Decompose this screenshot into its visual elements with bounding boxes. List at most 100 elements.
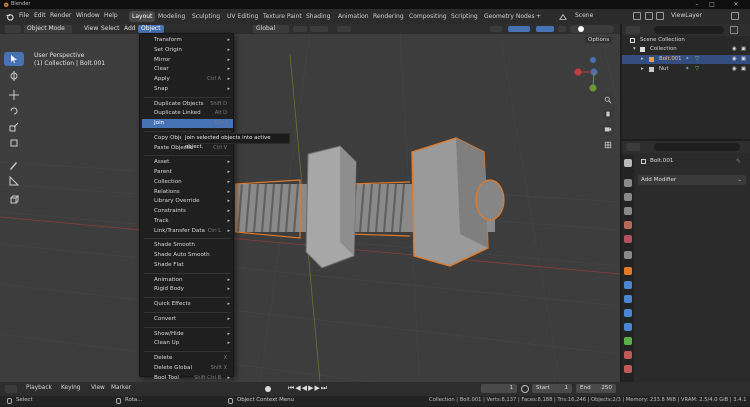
- menu-item-quick-effects[interactable]: Quick Effects ▸: [142, 300, 233, 309]
- menu-item-transform[interactable]: Transform ▸: [142, 36, 233, 45]
- menu-item-show-hide[interactable]: Show/Hide ▸: [142, 330, 233, 339]
- menu-item-clean-up[interactable]: Clean Up ▸: [142, 339, 233, 348]
- tool-tab-icon[interactable]: [624, 159, 632, 167]
- rotate-tool[interactable]: [4, 104, 24, 118]
- record-icon[interactable]: [265, 386, 271, 392]
- output-tab-icon[interactable]: [624, 193, 632, 201]
- menu-item-set-origin[interactable]: Set Origin ▸: [142, 46, 233, 55]
- expand-arrow-icon[interactable]: ▾: [633, 45, 636, 54]
- menu-item-duplicate-objects[interactable]: Duplicate Objects Shift D: [142, 100, 233, 109]
- tab-scripting[interactable]: Scripting: [448, 11, 481, 22]
- menu-item-convert[interactable]: Convert ▸: [142, 315, 233, 324]
- tree-item-nut[interactable]: ▸ Nut ✦ ▽ ◉ ▣: [622, 65, 750, 74]
- menu-select[interactable]: Select: [98, 25, 123, 33]
- properties-editor-type-icon[interactable]: [626, 143, 640, 151]
- visibility-icon[interactable]: [490, 26, 502, 32]
- pivot-point-icon[interactable]: [293, 26, 307, 32]
- overlay-toggle-icon[interactable]: [536, 26, 554, 32]
- menu-item-animation[interactable]: Animation ▸: [142, 276, 233, 285]
- timeline-editor-type-icon[interactable]: [5, 385, 17, 393]
- tab-sculpting[interactable]: Sculpting: [189, 11, 223, 22]
- add-cube-tool[interactable]: [4, 193, 24, 207]
- eye-icon[interactable]: ◉: [732, 65, 737, 74]
- scale-tool[interactable]: [4, 120, 24, 134]
- menu-item-delete[interactable]: Delete X: [142, 354, 233, 363]
- tab-shading[interactable]: Shading: [303, 11, 333, 22]
- menu-item-library-override[interactable]: Library Override ▸: [142, 197, 233, 206]
- menu-edit[interactable]: Edit: [34, 12, 46, 19]
- transform-orientation-dropdown[interactable]: Global: [253, 25, 289, 33]
- menu-item-rigid-body[interactable]: Rigid Body ▸: [142, 285, 233, 294]
- material-tab-icon[interactable]: [624, 351, 632, 359]
- menu-item-snap[interactable]: Snap ▸: [142, 85, 233, 94]
- tree-item-bolt[interactable]: ▸ Bolt.001 ✦ ▽ ◉ ▣: [622, 55, 750, 64]
- move-tool[interactable]: [4, 88, 24, 102]
- texture-tab-icon[interactable]: [624, 365, 632, 373]
- physics-tab-icon[interactable]: [624, 309, 632, 317]
- mode-dropdown[interactable]: Object Mode: [24, 25, 72, 33]
- constraints-tab-icon[interactable]: [624, 323, 632, 331]
- menu-window[interactable]: Window: [76, 12, 100, 19]
- menu-add[interactable]: Add: [121, 25, 139, 33]
- filter-icon[interactable]: [730, 26, 738, 34]
- menu-file[interactable]: File: [19, 12, 29, 19]
- particles-tab-icon[interactable]: [624, 295, 632, 303]
- new-view-layer-icon[interactable]: [731, 12, 739, 20]
- menu-item-delete-global[interactable]: Delete Global Shift X: [142, 364, 233, 373]
- pin-icon[interactable]: ✎: [736, 158, 741, 165]
- menu-item-join[interactable]: Join Ctrl J: [142, 119, 233, 128]
- transform-tool[interactable]: [4, 136, 24, 150]
- scene-tab-icon[interactable]: [624, 221, 632, 229]
- minimize-button[interactable]: –: [690, 1, 704, 8]
- pan-view-button[interactable]: [602, 108, 614, 120]
- menu-item-constraints[interactable]: Constraints ▸: [142, 207, 233, 216]
- select-box-tool[interactable]: [4, 52, 24, 66]
- camera-render-icon[interactable]: ▣: [741, 45, 746, 54]
- current-frame-field[interactable]: 1: [481, 384, 517, 393]
- tab-geometry-nodes[interactable]: Geometry Nodes: [481, 11, 538, 22]
- gizmo-toggle-icon[interactable]: [508, 26, 530, 32]
- camera-view-button[interactable]: [602, 123, 614, 135]
- clock-icon[interactable]: [521, 385, 529, 393]
- proportional-editing-icon[interactable]: [337, 26, 351, 32]
- world-tab-icon[interactable]: [624, 235, 632, 243]
- close-window-button[interactable]: ✕: [722, 1, 750, 8]
- marker-menu[interactable]: Marker: [111, 385, 131, 391]
- view-layer-tab-icon[interactable]: [624, 207, 632, 215]
- shading-mode-selector[interactable]: [570, 25, 614, 33]
- options-dropdown[interactable]: Options: [585, 37, 613, 43]
- end-frame-field[interactable]: End 250: [576, 384, 616, 393]
- menu-help[interactable]: Help: [104, 12, 118, 19]
- annotate-tool[interactable]: [4, 158, 24, 172]
- expand-arrow-icon[interactable]: ▸: [641, 65, 644, 74]
- delete-scene-icon[interactable]: [645, 12, 653, 20]
- tab-compositing[interactable]: Compositing: [406, 11, 450, 22]
- maximize-button[interactable]: □: [705, 1, 719, 8]
- camera-render-icon[interactable]: ▣: [741, 55, 746, 64]
- tab-rendering[interactable]: Rendering: [370, 11, 407, 22]
- menu-item-mirror[interactable]: Mirror ▸: [142, 56, 233, 65]
- tab-layout[interactable]: Layout: [129, 11, 156, 22]
- keying-menu[interactable]: Keying: [61, 385, 80, 391]
- menu-item-duplicate-linked[interactable]: Duplicate Linked Alt D: [142, 109, 233, 118]
- cursor-tool[interactable]: [4, 69, 24, 83]
- scene-name[interactable]: Scene: [575, 12, 593, 19]
- menu-item-shade-smooth[interactable]: Shade Smooth: [142, 241, 233, 250]
- view-menu[interactable]: View: [91, 385, 105, 391]
- menu-item-asset[interactable]: Asset ▸: [142, 158, 233, 167]
- playback-controls[interactable]: ⏮◀◀▶▶⏭: [288, 384, 328, 393]
- menu-item-parent[interactable]: Parent ▸: [142, 168, 233, 177]
- solid-shading-icon[interactable]: [578, 26, 584, 32]
- expand-arrow-icon[interactable]: ▸: [641, 55, 644, 64]
- editor-type-icon[interactable]: [5, 25, 21, 33]
- menu-object[interactable]: Object: [138, 25, 164, 33]
- menu-item-shade-auto-smooth[interactable]: Shade Auto Smooth: [142, 251, 233, 260]
- tab-modeling[interactable]: Modeling: [155, 11, 188, 22]
- snap-icon[interactable]: [310, 26, 328, 32]
- menu-item-apply[interactable]: Apply Ctrl A ▸: [142, 75, 233, 84]
- blender-menu-icon[interactable]: [5, 13, 14, 21]
- tab-texture-paint[interactable]: Texture Paint: [260, 11, 305, 22]
- tab-animation[interactable]: Animation: [335, 11, 372, 22]
- menu-item-track[interactable]: Track ▸: [142, 217, 233, 226]
- menu-item-shade-flat[interactable]: Shade Flat: [142, 261, 233, 270]
